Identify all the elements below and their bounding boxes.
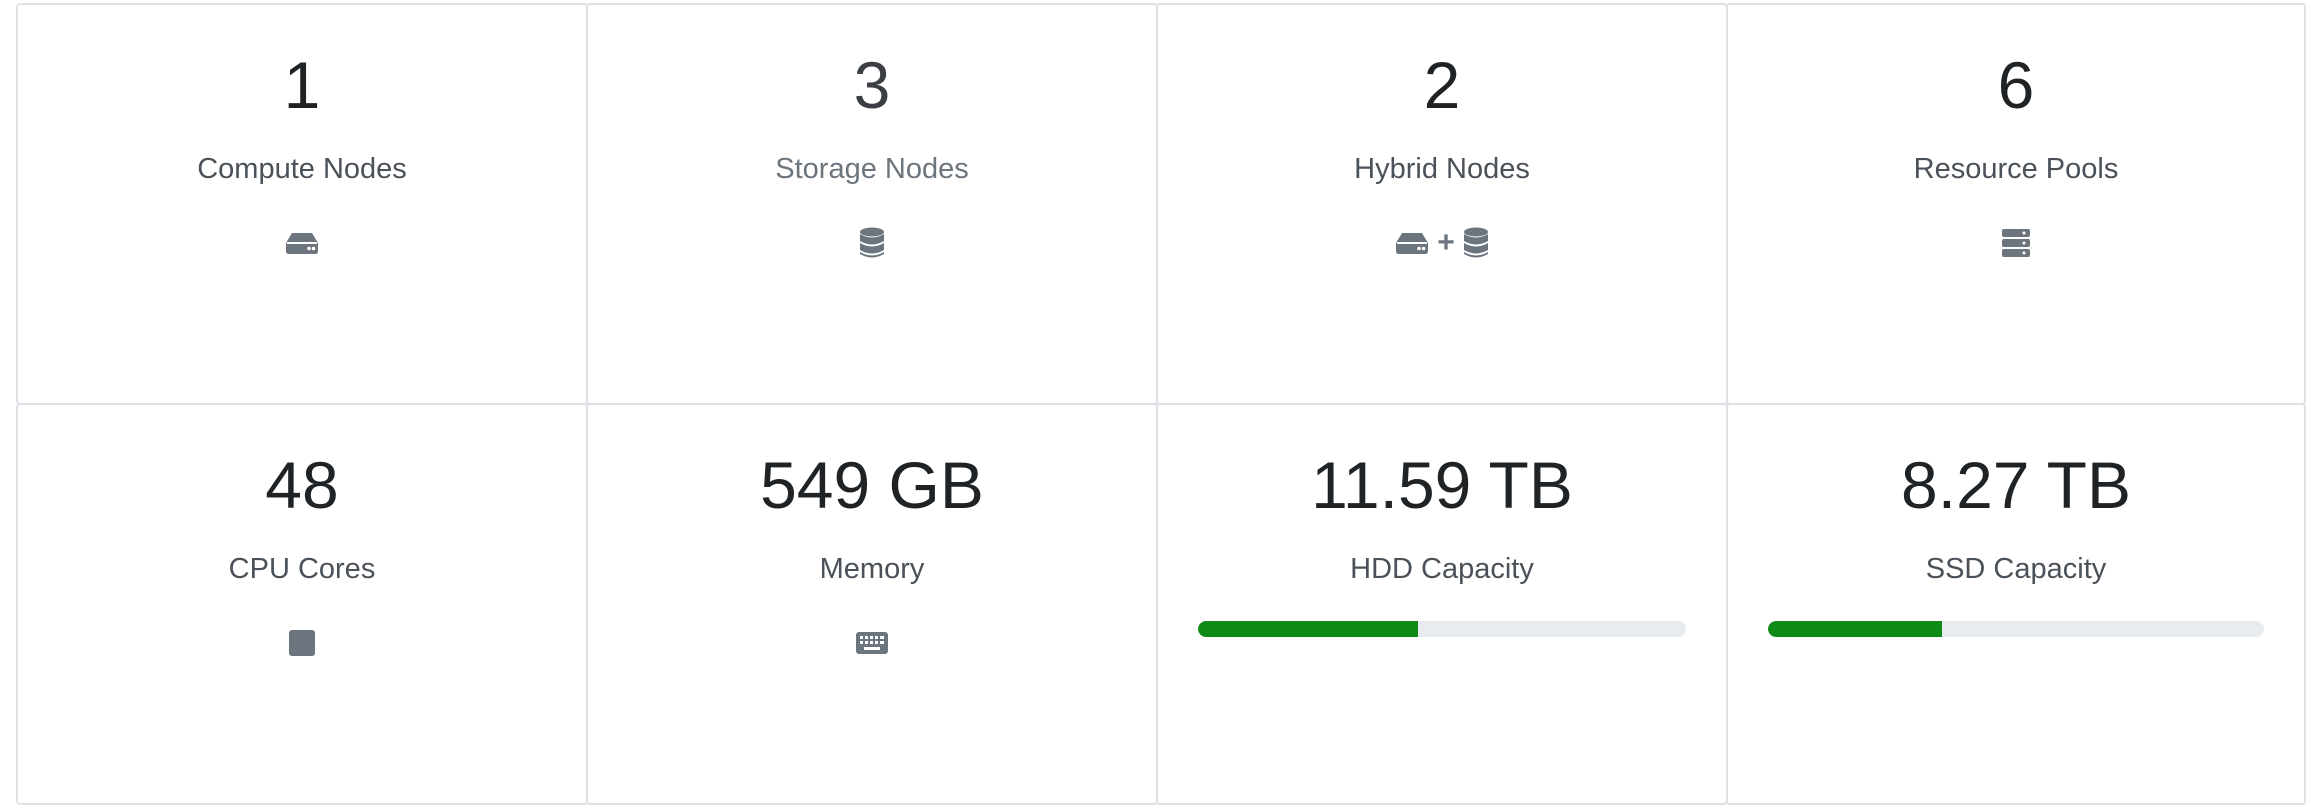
card-cpu-cores: 48 CPU Cores: [16, 403, 588, 805]
resource-pools-label: Resource Pools: [1913, 153, 2119, 185]
resource-pools-value: 6: [1997, 48, 2035, 122]
hdd-capacity-progress-bar: [1198, 621, 1686, 637]
compute-nodes-value: 1: [283, 48, 321, 122]
hdd-capacity-label: HDD Capacity: [1350, 553, 1534, 585]
cpu-cores-label: CPU Cores: [228, 553, 376, 585]
compute-nodes-label: Compute Nodes: [197, 153, 407, 185]
memory-value: 549 GB: [760, 448, 984, 522]
stats-grid: 1 Compute Nodes 3 Storage Nodes 2 Hybrid…: [16, 3, 2306, 805]
square-icon: [288, 629, 316, 657]
cpu-cores-value: 48: [265, 448, 339, 522]
compute-nodes-icon-row: [18, 225, 586, 261]
resource-pools-icon-row: [1728, 225, 2304, 261]
cpu-cores-icon-row: [18, 625, 586, 661]
card-hybrid-nodes: 2 Hybrid Nodes +: [1156, 3, 1728, 405]
server-icon: [2001, 228, 2031, 258]
ssd-capacity-value: 8.27 TB: [1901, 448, 2131, 522]
memory-label: Memory: [819, 553, 925, 585]
ssd-capacity-progress-bar: [1768, 621, 2264, 637]
hdd-capacity-value: 11.59 TB: [1311, 448, 1573, 522]
card-hdd-capacity: 11.59 TB HDD Capacity: [1156, 403, 1728, 805]
card-compute-nodes: 1 Compute Nodes: [16, 3, 588, 405]
hdd-icon: [285, 231, 319, 255]
card-memory: 549 GB Memory: [586, 403, 1158, 805]
card-storage-nodes: 3 Storage Nodes: [586, 3, 1158, 405]
storage-nodes-label: Storage Nodes: [775, 153, 969, 185]
hdd-icon: [1395, 231, 1429, 255]
ssd-capacity-progress-fill: [1768, 621, 1942, 637]
memory-icon-row: [588, 625, 1156, 661]
storage-nodes-value: 3: [853, 48, 891, 122]
keyboard-icon: [855, 631, 889, 655]
hybrid-nodes-icon-row: +: [1158, 225, 1726, 261]
card-resource-pools: 6 Resource Pools: [1726, 3, 2306, 405]
hybrid-nodes-value: 2: [1423, 48, 1461, 122]
hybrid-nodes-label: Hybrid Nodes: [1354, 153, 1530, 185]
hdd-capacity-progress-fill: [1198, 621, 1418, 637]
plus-sign: +: [1437, 226, 1455, 259]
card-ssd-capacity: 8.27 TB SSD Capacity: [1726, 403, 2306, 805]
ssd-capacity-label: SSD Capacity: [1925, 553, 2107, 585]
database-icon: [859, 227, 885, 259]
database-icon: [1463, 227, 1489, 259]
storage-nodes-icon-row: [588, 225, 1156, 261]
